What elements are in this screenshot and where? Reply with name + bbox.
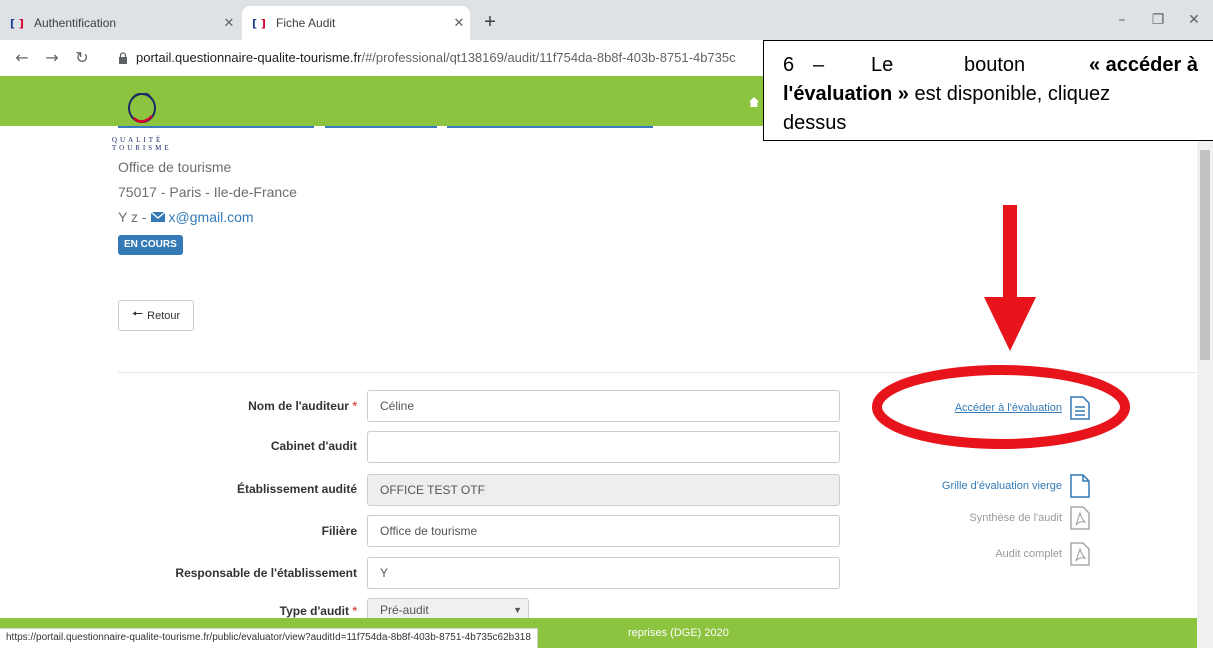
tab-fiche-audit[interactable]: [ ] Fiche Audit ✕ bbox=[242, 6, 470, 40]
nav-tab-stub[interactable] bbox=[447, 126, 653, 128]
manager-input[interactable]: Y bbox=[367, 557, 840, 589]
instruction-callout: 6 – Le bouton « accéder à l'évaluation »… bbox=[763, 40, 1213, 141]
contact-email-link[interactable]: x@gmail.com bbox=[169, 209, 254, 225]
tab-title: Authentification bbox=[34, 16, 117, 30]
back-button-label: Retour bbox=[147, 309, 181, 322]
back-arrow-icon[interactable]: ← bbox=[10, 46, 34, 70]
forward-arrow-icon[interactable]: → bbox=[40, 46, 64, 70]
restore-icon[interactable]: ❐ bbox=[1140, 6, 1176, 34]
footer-text: reprises (DGE) 2020 bbox=[628, 627, 729, 639]
establishment-contact: Y z - x@gmail.com bbox=[118, 209, 254, 225]
full-audit-link: Audit complet bbox=[995, 542, 1090, 566]
browser-tab-bar: [ ] Authentification ✕ [ ] Fiche Audit ✕… bbox=[0, 0, 1213, 40]
blank-document-icon bbox=[1070, 474, 1090, 498]
envelope-icon bbox=[150, 212, 165, 222]
cabinet-label: Cabinet d'audit bbox=[270, 439, 357, 453]
tab-authentification[interactable]: [ ] Authentification ✕ bbox=[0, 6, 240, 40]
audit-type-label: Type d'audit * bbox=[279, 604, 357, 618]
establishment-input: OFFICE TEST OTF bbox=[367, 474, 840, 506]
pdf-icon bbox=[1070, 506, 1090, 530]
sector-label: Filière bbox=[321, 524, 357, 538]
minimize-icon[interactable]: – bbox=[1104, 6, 1140, 34]
reload-icon[interactable]: ↻ bbox=[70, 46, 94, 70]
establishment-label: Établissement audité bbox=[236, 482, 357, 496]
cabinet-input[interactable] bbox=[367, 431, 840, 463]
establishment-type: Office de tourisme bbox=[118, 159, 232, 175]
home-icon[interactable] bbox=[749, 97, 759, 107]
pdf-icon bbox=[1070, 542, 1090, 566]
site-favicon-icon: [ ] bbox=[252, 16, 266, 30]
auditor-input[interactable]: Céline bbox=[367, 390, 840, 422]
arrow-left-icon: 🠔 bbox=[131, 306, 144, 322]
establishment-address: 75017 - Paris - Ile-de-France bbox=[118, 184, 297, 200]
lock-icon bbox=[119, 51, 127, 64]
tab-title: Fiche Audit bbox=[276, 16, 336, 30]
contact-name: Y z - bbox=[118, 209, 147, 225]
url-path: /#/professional/qt138169/audit/11f754da-… bbox=[361, 50, 736, 65]
close-window-icon[interactable]: ✕ bbox=[1176, 6, 1212, 34]
manager-label: Responsable de l'établissement bbox=[175, 566, 357, 580]
close-tab-icon[interactable]: ✕ bbox=[218, 15, 240, 31]
audit-summary-link: Synthèse de l'audit bbox=[969, 506, 1090, 530]
nav-tab-stub[interactable] bbox=[118, 126, 314, 128]
sector-input[interactable]: Office de tourisme bbox=[367, 515, 840, 547]
back-button[interactable]: 🠔 Retour bbox=[118, 300, 194, 331]
auditor-label: Nom de l'auditeur * bbox=[248, 399, 357, 413]
red-ellipse-annotation bbox=[872, 365, 1130, 449]
logo-text: QUALITÉ TOURISME bbox=[112, 136, 172, 152]
close-tab-icon[interactable]: ✕ bbox=[448, 15, 470, 31]
scrollbar-thumb[interactable] bbox=[1200, 150, 1210, 360]
red-arrow-annotation bbox=[984, 205, 1036, 351]
nav-tab-stub[interactable] bbox=[325, 126, 437, 128]
site-favicon-icon: [ ] bbox=[10, 16, 24, 30]
browser-status-url: https://portail.questionnaire-qualite-to… bbox=[0, 628, 538, 648]
address-bar[interactable]: portail.questionnaire-qualite-tourisme.f… bbox=[118, 50, 736, 65]
status-badge: EN COURS bbox=[118, 235, 183, 255]
blank-grid-link[interactable]: Grille d'évaluation vierge bbox=[942, 474, 1090, 498]
new-tab-button[interactable]: + bbox=[476, 8, 504, 36]
url-host: portail.questionnaire-qualite-tourisme.f… bbox=[136, 50, 362, 65]
